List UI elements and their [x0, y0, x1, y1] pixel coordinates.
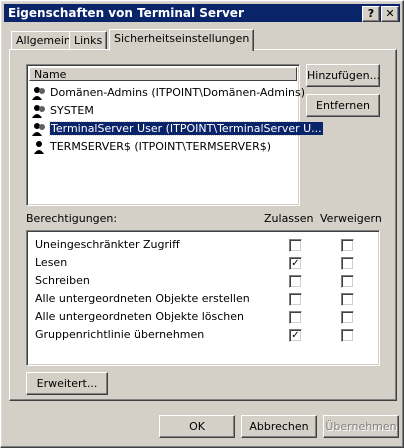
cancel-button[interactable]: Abbrechen — [241, 415, 317, 438]
user-icon — [31, 139, 47, 155]
tab-sicherheitseinstellungen[interactable]: Sicherheitseinstellungen — [109, 29, 255, 51]
allow-checkbox[interactable]: ✓ — [289, 329, 302, 342]
list-item[interactable]: TerminalServer User (ITPOINT\TerminalSer… — [31, 121, 324, 137]
deny-checkbox[interactable] — [341, 329, 354, 342]
permission-label: Alle untergeordneten Objekte löschen — [35, 310, 245, 323]
security-panel: Name Domänen-Admins (ITPOINT\Domänen-Adm… — [9, 49, 397, 401]
tab-allgemein[interactable]: Allgemein — [11, 31, 76, 50]
user-group-icon — [31, 103, 47, 119]
user-group-icon — [31, 121, 47, 137]
advanced-button[interactable]: Erweitert... — [26, 372, 108, 395]
list-header-name[interactable]: Name — [29, 67, 297, 81]
ok-button[interactable]: OK — [159, 415, 235, 438]
permission-label: Schreiben — [35, 274, 90, 287]
user-list[interactable]: Name Domänen-Admins (ITPOINT\Domänen-Adm… — [26, 64, 324, 206]
apply-button[interactable]: Übernehmen — [323, 415, 399, 438]
allow-checkbox[interactable] — [289, 293, 302, 306]
deny-header: Verweigern — [320, 212, 382, 225]
deny-checkbox[interactable] — [341, 239, 354, 252]
allow-checkbox[interactable] — [289, 239, 302, 252]
close-button[interactable]: ✕ — [381, 6, 399, 22]
properties-dialog: Eigenschaften von Terminal Server ? ✕ Al… — [0, 0, 404, 448]
help-button[interactable]: ? — [362, 6, 380, 22]
title-bar[interactable]: Eigenschaften von Terminal Server ? ✕ — [4, 4, 400, 22]
list-item[interactable]: SYSTEM — [31, 103, 94, 119]
permission-label: Lesen — [35, 256, 68, 269]
allow-checkbox[interactable] — [289, 275, 302, 288]
permission-label: Gruppenrichtlinie übernehmen — [35, 328, 205, 341]
user-group-icon — [31, 85, 47, 101]
list-item[interactable]: TERMSERVER$ (ITPOINT\TERMSERVER$) — [31, 139, 271, 155]
allow-checkbox[interactable] — [289, 311, 302, 324]
permissions-label: Berechtigungen: — [26, 212, 118, 225]
deny-checkbox[interactable] — [341, 257, 354, 270]
deny-checkbox[interactable] — [341, 293, 354, 306]
remove-button[interactable]: Entfernen — [306, 94, 380, 117]
window-title: Eigenschaften von Terminal Server — [8, 6, 244, 20]
add-button[interactable]: Hinzufügen... — [306, 64, 380, 87]
allow-header: Zulassen — [264, 212, 314, 225]
permission-label: Uneingeschränkter Zugriff — [35, 238, 180, 251]
list-item[interactable]: Domänen-Admins (ITPOINT\Domänen-Admins) — [31, 85, 305, 101]
tab-links[interactable]: Links — [69, 31, 108, 50]
permission-label: Alle untergeordneten Objekte erstellen — [35, 292, 250, 305]
permissions-list: Uneingeschränkter Zugriff Lesen Schreibe… — [26, 230, 380, 366]
deny-checkbox[interactable] — [341, 311, 354, 324]
allow-checkbox[interactable]: ✓ — [289, 257, 302, 270]
deny-checkbox[interactable] — [341, 275, 354, 288]
